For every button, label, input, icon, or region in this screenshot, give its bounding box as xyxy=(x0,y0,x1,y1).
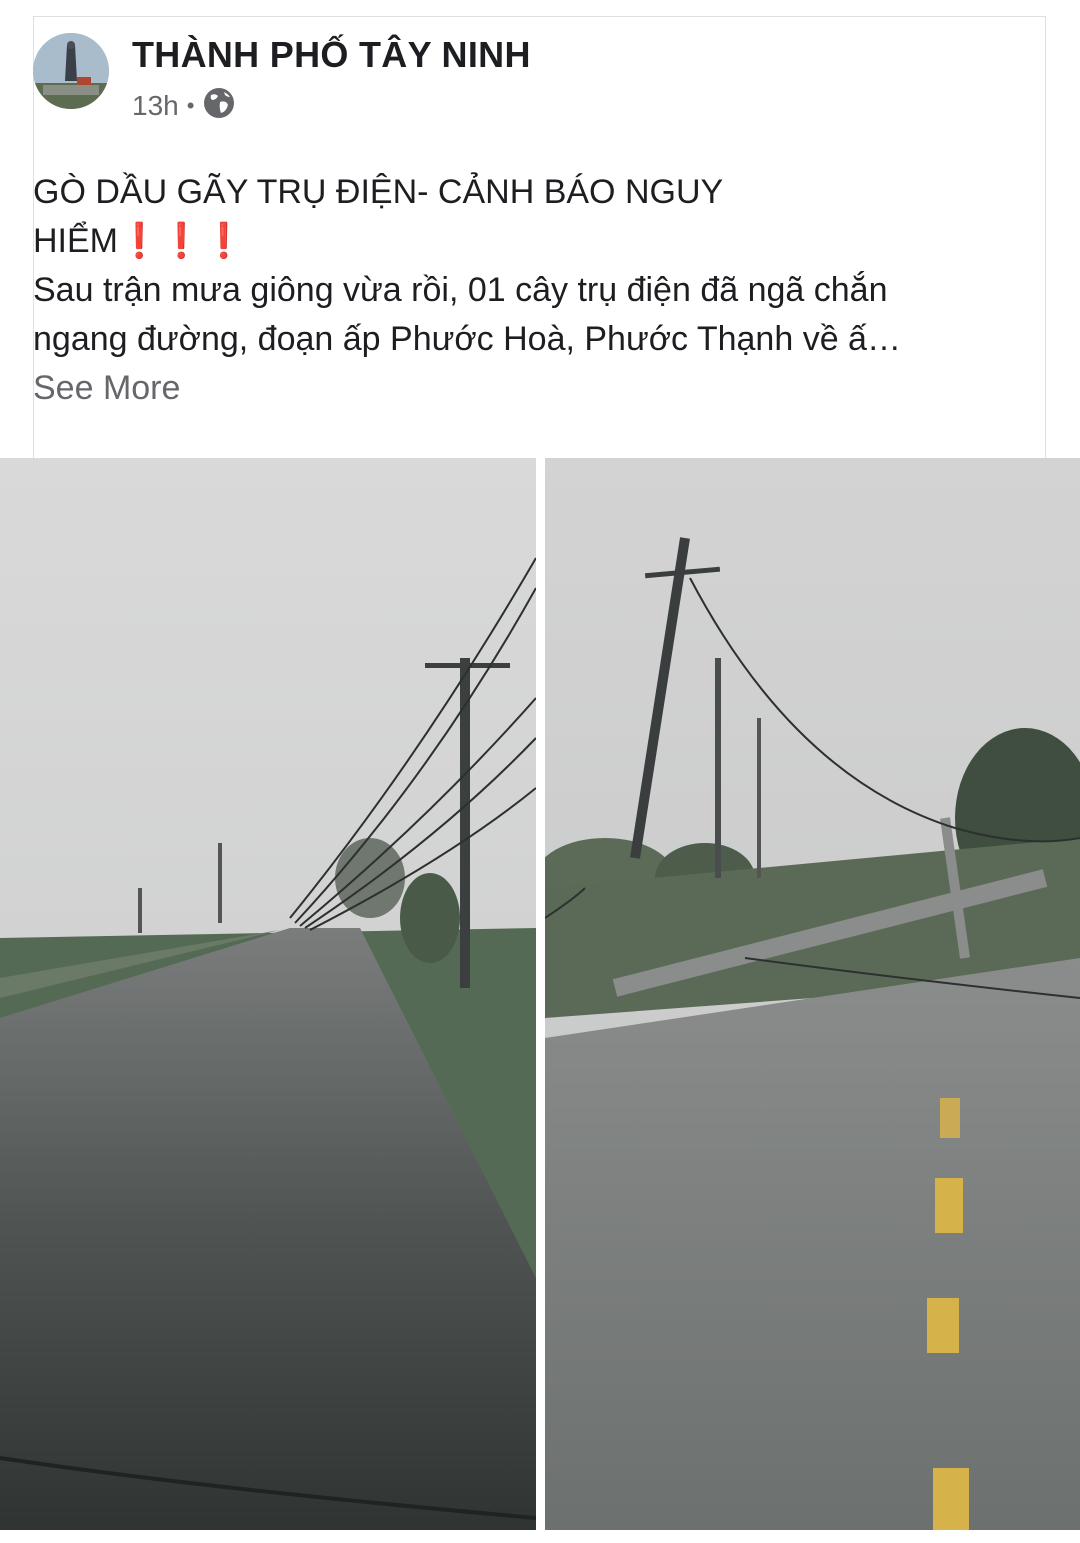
alert-emoji: ❗❗❗ xyxy=(118,222,246,260)
page-name[interactable]: THÀNH PHỐ TÂY NINH xyxy=(132,34,531,76)
post-message: GÒ DẦU GÃY TRỤ ĐIỆN- CẢNH BÁO NGUY HIỂM❗… xyxy=(33,168,993,413)
headline-line-2: HIỂM❗❗❗ xyxy=(33,217,993,266)
post-time[interactable]: 13h xyxy=(132,90,179,122)
globe-icon[interactable] xyxy=(202,86,236,127)
statue-image xyxy=(33,33,109,109)
post-photo-left[interactable] xyxy=(0,458,536,1530)
post-meta: 13h • xyxy=(132,86,236,127)
body-line-2: ngang đường, đoạn ấp Phước Hoà, Phước Th… xyxy=(33,320,901,358)
page-avatar[interactable] xyxy=(33,33,109,109)
see-more-link[interactable]: See More xyxy=(33,364,993,413)
body-line-1: Sau trận mưa giông vừa rồi, 01 cây trụ đ… xyxy=(33,271,888,309)
headline-word: HIỂM xyxy=(33,222,118,260)
post-photo-right[interactable] xyxy=(545,458,1080,1530)
headline-line-1: GÒ DẦU GÃY TRỤ ĐIỆN- CẢNH BÁO NGUY xyxy=(33,173,724,211)
meta-separator: • xyxy=(186,93,195,118)
